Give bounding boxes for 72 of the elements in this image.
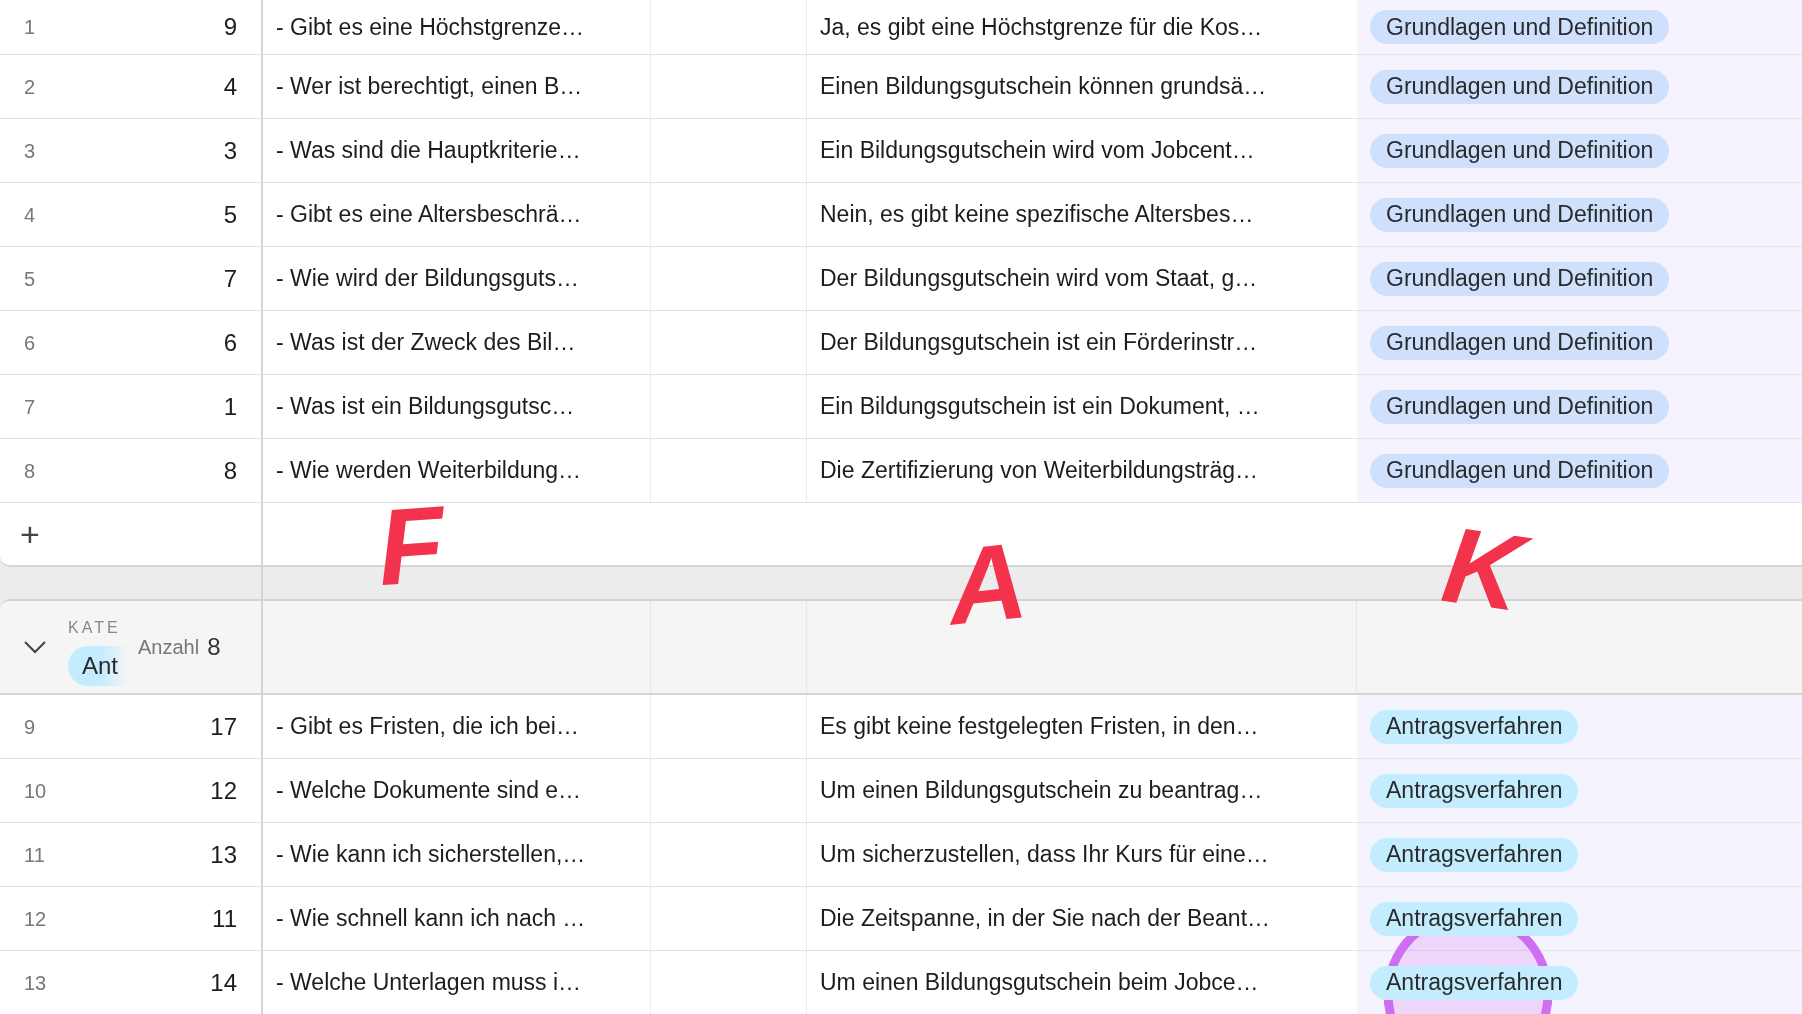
table-cell-text: 5 <box>223 199 237 230</box>
table-cell-text: 3 <box>223 135 237 166</box>
category-tag: Grundlagen und Definition <box>1370 261 1670 296</box>
row-number: 10 <box>24 778 47 804</box>
row-number: 12 <box>24 906 47 932</box>
count-label: Anzahl <box>138 635 200 660</box>
category-tag: Grundlagen und Definition <box>1370 389 1670 424</box>
row-number: 1 <box>24 15 36 40</box>
table-cell-text: - Was sind die Hauptkriterie… <box>276 136 581 166</box>
table-cell-text: - Gibt es Fristen, die ich bei… <box>276 712 579 742</box>
row-number: 9 <box>24 714 36 740</box>
table-cell-text: Nein, es gibt keine spezifische Altersbes… <box>820 200 1254 230</box>
category-tag: Grundlagen und Definition <box>1370 197 1670 232</box>
table-cell-text: 4 <box>223 71 237 102</box>
category-tag: Antragsverfahren <box>1370 837 1579 872</box>
row-number: 11 <box>24 842 45 868</box>
annotation-letter: A <box>942 526 1032 642</box>
table-cell-text: - Wie werden Weiterbildung… <box>276 456 582 486</box>
table-cell-text: 6 <box>223 327 237 358</box>
row-number: 4 <box>24 202 36 228</box>
category-tag: Antragsverfahren <box>1370 965 1579 1000</box>
category-tag: Antragsverfahren <box>1370 901 1579 936</box>
row-number: 3 <box>24 138 36 164</box>
table-cell-text: Es gibt keine festgelegten Fristen, in den… <box>820 712 1259 742</box>
table-cell-text: - Gibt es eine Altersbeschrä… <box>276 200 582 230</box>
table-cell-text: 12 <box>210 775 237 806</box>
table-cell-text: - Wer ist berechtigt, einen B… <box>276 72 583 102</box>
table-cell-text: 1 <box>223 391 237 422</box>
table-cell-text: - Was ist ein Bildungsgutsc… <box>276 392 575 422</box>
table-cell-text: 8 <box>223 455 237 486</box>
category-tag: Antragsverfahren <box>1370 773 1579 808</box>
category-tag: Grundlagen und Definition <box>1370 325 1670 360</box>
category-tag: Grundlagen und Definition <box>1370 133 1670 168</box>
table-cell-text: - Wie kann ich sicherstellen,… <box>276 840 586 870</box>
annotation-letter: F <box>374 489 448 603</box>
row-number: 6 <box>24 330 36 356</box>
table-cell-text: 7 <box>223 263 237 294</box>
table-cell-text: Ein Bildungsgutschein ist ein Dokument, … <box>820 392 1260 422</box>
count-value: 8 <box>207 632 221 662</box>
table-cell-text: Um sicherzustellen, dass Ihr Kurs für eine… <box>820 840 1269 870</box>
category-tag: Antragsverfahren <box>1370 709 1579 744</box>
category-tag: Grundlagen und Definition <box>1370 69 1670 104</box>
table-cell-text: Die Zertifizierung von Weiterbildungsträg… <box>820 456 1259 486</box>
row-number: 8 <box>24 458 36 484</box>
table-cell-text: - Was ist der Zweck des Bil… <box>276 328 576 358</box>
row-number: 7 <box>24 394 36 420</box>
add-row-button[interactable]: + <box>20 517 40 551</box>
table-cell-text: Um einen Bildungsgutschein zu beantrag… <box>820 776 1263 806</box>
table-cell-text: Der Bildungsgutschein ist ein Förderinstr… <box>820 328 1258 358</box>
row-number: 2 <box>24 74 36 100</box>
table-cell-text: - Welche Dokumente sind e… <box>276 776 582 806</box>
table-cell-text: Der Bildungsgutschein wird vom Staat, g… <box>820 264 1258 294</box>
table-cell-text: 14 <box>210 967 237 998</box>
table-cell-text: 17 <box>210 711 237 742</box>
table-cell-text: Um einen Bildungsgutschein beim Jobce… <box>820 968 1259 998</box>
table-cell-text: - Welche Unterlagen muss i… <box>276 968 582 998</box>
table-cell-text: - Wie wird der Bildungsguts… <box>276 264 579 294</box>
row-number: 5 <box>24 266 36 292</box>
category-tag: Ant <box>68 646 128 686</box>
field-label: KATE <box>68 618 122 638</box>
table-cell-text: 9 <box>223 12 237 42</box>
table-cell-text: Ein Bildungsgutschein wird vom Jobcent… <box>820 136 1255 166</box>
table-cell-text: Einen Bildungsgutschein können grundsä… <box>820 72 1267 102</box>
table-cell-text: 13 <box>210 839 237 870</box>
row-number: 13 <box>24 970 47 996</box>
category-tag: Grundlagen und Definition <box>1370 453 1670 488</box>
table-cell-text: 11 <box>212 903 237 934</box>
category-tag: Grundlagen und Definition <box>1370 10 1670 44</box>
table-cell-text: - Gibt es eine Höchstgrenze… <box>276 12 585 42</box>
table-cell-text: Die Zeitspanne, in der Sie nach der Beant… <box>820 904 1271 934</box>
table-cell-text: Ja, es gibt eine Höchstgrenze für die Kos… <box>820 12 1263 42</box>
table-cell-text: - Wie schnell kann ich nach … <box>276 904 586 934</box>
